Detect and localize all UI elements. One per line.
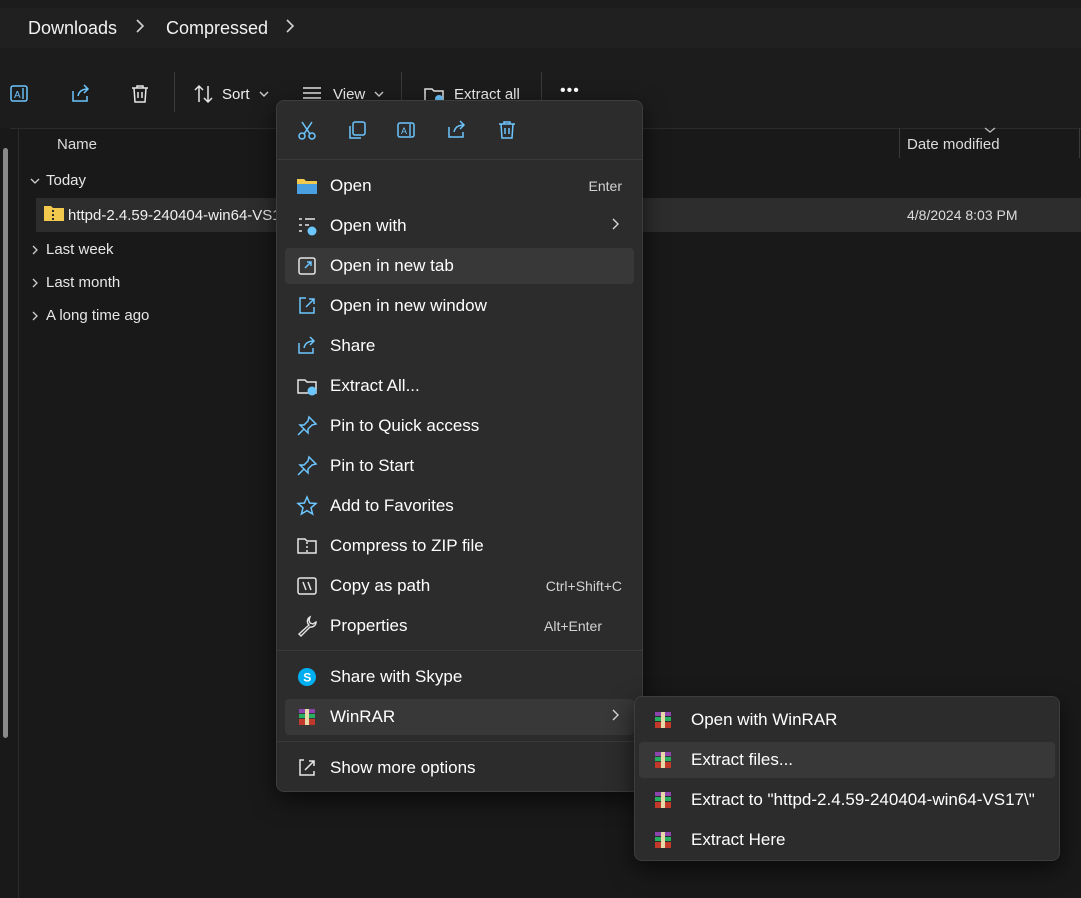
chevron-right-icon: [134, 18, 146, 39]
more-options-ellipsis[interactable]: •••: [560, 82, 580, 100]
more-options-icon: [296, 757, 318, 779]
rename-icon[interactable]: A: [8, 82, 32, 106]
zip-folder-icon: [43, 204, 64, 222]
toolbar-divider: [174, 72, 175, 112]
copy-icon[interactable]: [346, 119, 368, 141]
menu-item-open[interactable]: Open Enter: [285, 168, 634, 204]
group-last-month[interactable]: Last month: [28, 274, 120, 291]
winrar-icon: [653, 750, 673, 770]
new-tab-icon: [296, 255, 318, 277]
winrar-icon: [653, 830, 673, 850]
address-bar[interactable]: [0, 8, 1081, 48]
breadcrumb-downloads[interactable]: Downloads: [28, 18, 117, 39]
winrar-icon: [296, 706, 318, 728]
breadcrumb-compressed[interactable]: Compressed: [166, 18, 268, 39]
menu-item-compress-to-zip[interactable]: Compress to ZIP file: [285, 528, 634, 564]
group-last-week[interactable]: Last week: [28, 241, 114, 258]
menu-item-extract-all[interactable]: Extract All...: [285, 368, 634, 404]
pin-icon: [296, 415, 318, 437]
group-label: Today: [46, 172, 87, 189]
menu-item-share-with-skype[interactable]: S Share with Skype: [285, 659, 634, 695]
menu-separator: [277, 650, 642, 651]
menu-item-pin-to-quick-access[interactable]: Pin to Quick access: [285, 408, 634, 444]
chevron-down-icon: [30, 178, 40, 184]
column-header-date-modified[interactable]: Date modified: [907, 136, 1000, 153]
file-date: 4/8/2024 8:03 PM: [907, 207, 1018, 223]
svg-text:A: A: [401, 126, 407, 136]
group-label: Last month: [46, 274, 121, 291]
chevron-right-icon[interactable]: [284, 18, 296, 39]
sort-icon: [194, 84, 213, 104]
share-icon[interactable]: [446, 119, 468, 141]
menu-item-copy-as-path[interactable]: Copy as path Ctrl+Shift+C: [285, 568, 634, 604]
column-divider[interactable]: [899, 128, 900, 158]
rename-icon[interactable]: A: [396, 119, 418, 141]
submenu-item-extract-to-folder[interactable]: Extract to "httpd-2.4.59-240404-win64-VS…: [639, 782, 1055, 818]
winrar-icon: [653, 790, 673, 810]
sort-label: Sort: [222, 85, 250, 103]
star-icon: [296, 495, 318, 517]
copy-path-icon: [296, 575, 318, 597]
svg-text:S: S: [303, 671, 311, 685]
chevron-right-icon: [610, 217, 620, 236]
submenu-item-open-with-winrar[interactable]: Open with WinRAR: [639, 702, 1055, 738]
menu-item-open-in-new-window[interactable]: Open in new window: [285, 288, 634, 324]
share-icon: [296, 335, 318, 357]
group-label: Last week: [46, 241, 114, 258]
pane-divider: [18, 128, 19, 898]
chevron-right-icon: [610, 708, 620, 727]
extract-icon: [296, 375, 318, 397]
menu-item-show-more-options[interactable]: Show more options: [285, 750, 634, 786]
skype-icon: S: [296, 666, 318, 688]
winrar-icon: [653, 710, 673, 730]
delete-icon[interactable]: [496, 119, 518, 141]
context-menu: A Open Enter Open with Open in new tab O…: [276, 100, 643, 792]
chevron-down-icon: [374, 91, 384, 97]
svg-text:A: A: [14, 90, 21, 101]
new-window-icon: [296, 295, 318, 317]
sort-chevron-icon: [984, 127, 996, 133]
group-label: A long time ago: [46, 307, 150, 324]
submenu-item-extract-here[interactable]: Extract Here: [639, 822, 1055, 858]
chevron-right-icon: [32, 311, 38, 320]
cut-icon[interactable]: [296, 119, 318, 141]
quick-actions-row: A: [277, 101, 642, 160]
delete-icon[interactable]: [128, 82, 152, 106]
group-a-long-time-ago[interactable]: A long time ago: [28, 307, 149, 324]
zip-icon: [296, 535, 318, 557]
menu-item-share[interactable]: Share: [285, 328, 634, 364]
pin-icon: [296, 455, 318, 477]
menu-item-open-in-new-tab[interactable]: Open in new tab: [285, 248, 634, 284]
column-divider: [1079, 128, 1080, 158]
folder-icon: [296, 175, 318, 197]
submenu-item-extract-files[interactable]: Extract files...: [639, 742, 1055, 778]
chevron-right-icon: [32, 278, 38, 287]
share-icon[interactable]: [69, 82, 93, 106]
wrench-icon: [296, 615, 318, 637]
scrollbar[interactable]: [3, 148, 8, 738]
menu-item-open-with[interactable]: Open with: [285, 208, 634, 244]
winrar-submenu: Open with WinRAR Extract files... Extrac…: [634, 696, 1060, 861]
menu-item-winrar[interactable]: WinRAR: [285, 699, 634, 735]
file-name: httpd-2.4.59-240404-win64-VS1: [68, 207, 281, 224]
menu-separator: [277, 741, 642, 742]
chevron-down-icon: [259, 91, 269, 97]
open-with-icon: [296, 215, 318, 237]
menu-item-pin-to-start[interactable]: Pin to Start: [285, 448, 634, 484]
chevron-right-icon: [32, 245, 38, 254]
menu-item-add-to-favorites[interactable]: Add to Favorites: [285, 488, 634, 524]
sort-button[interactable]: Sort: [192, 82, 270, 106]
column-header-name[interactable]: Name: [57, 136, 97, 153]
group-today[interactable]: Today: [28, 172, 86, 189]
menu-item-properties[interactable]: Properties Alt+Enter: [285, 608, 634, 644]
